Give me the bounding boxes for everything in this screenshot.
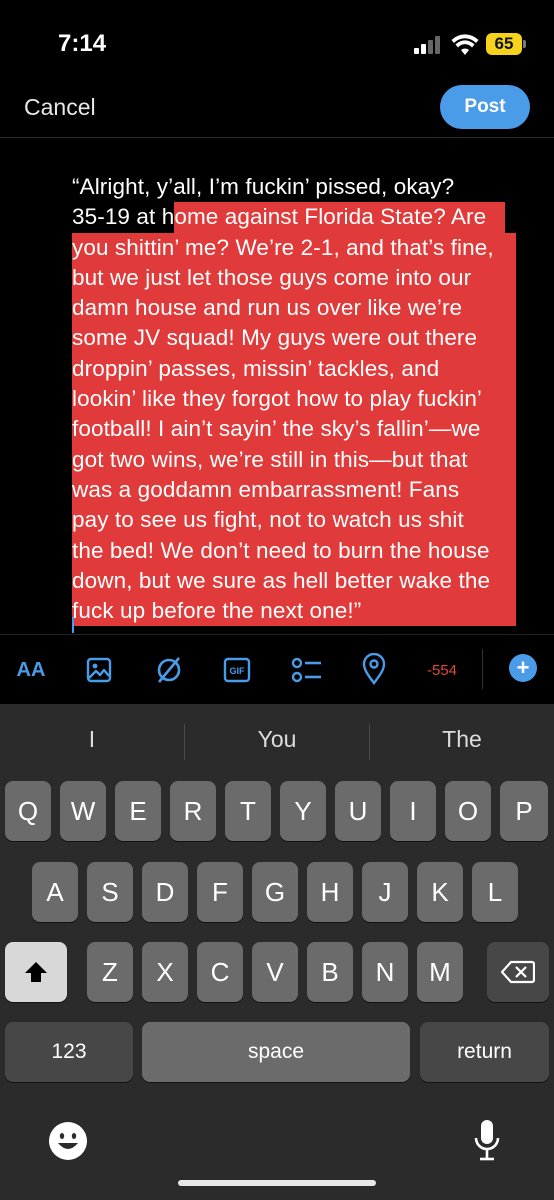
- backspace-icon: [500, 960, 536, 984]
- status-time: 7:14: [58, 30, 107, 57]
- toolbar-divider: [482, 649, 483, 689]
- text-fragment: 35-19 at h: [72, 204, 175, 230]
- compose-header: Cancel Post: [0, 80, 554, 138]
- microphone-icon[interactable]: [472, 1118, 502, 1164]
- emoji-icon[interactable]: [48, 1121, 88, 1161]
- selected-text-line: lookin’ like they forgot how to play fuc…: [72, 384, 516, 415]
- key-i[interactable]: I: [390, 781, 436, 841]
- selected-text-line: droppin’ passes, missin’ tackles, and: [72, 353, 516, 385]
- text-size-icon: AA: [16, 658, 46, 681]
- battery-tip: [523, 40, 526, 48]
- key-b[interactable]: B: [307, 942, 353, 1002]
- key-a[interactable]: A: [32, 862, 78, 922]
- key-v[interactable]: V: [252, 942, 298, 1002]
- delete-key[interactable]: [487, 942, 549, 1002]
- selected-text-line: down, but we sure as hell better wake th…: [72, 565, 516, 597]
- key-d[interactable]: D: [142, 862, 188, 922]
- image-icon[interactable]: [86, 657, 112, 683]
- key-w[interactable]: W: [60, 781, 106, 841]
- key-s[interactable]: S: [87, 862, 133, 922]
- post-button[interactable]: Post: [440, 85, 530, 129]
- gif-label: GIF: [230, 666, 246, 676]
- compose-toolbar: AA GIF -554: [0, 634, 554, 704]
- key-o[interactable]: O: [445, 781, 491, 841]
- key-q[interactable]: Q: [5, 781, 51, 841]
- cancel-button[interactable]: Cancel: [24, 94, 96, 121]
- location-icon[interactable]: [362, 653, 386, 685]
- no-sign-icon[interactable]: [155, 655, 183, 685]
- key-e[interactable]: E: [115, 781, 161, 841]
- home-indicator[interactable]: [178, 1180, 376, 1186]
- compose-text-area[interactable]: “Alright, y’all, I’m fuckin’ pissed, oka…: [72, 172, 520, 627]
- text-line: “Alright, y’all, I’m fuckin’ pissed, oka…: [72, 174, 455, 199]
- signal-icon: [414, 36, 444, 54]
- selected-text-line: got two wins, we’re still in this—but th…: [72, 444, 516, 475]
- battery-level: 65: [486, 33, 522, 55]
- key-z[interactable]: Z: [87, 942, 133, 1002]
- wifi-icon: [451, 34, 479, 55]
- status-bar: 7:14 65: [0, 0, 554, 80]
- shift-icon: [25, 962, 47, 982]
- text-line: 35-19 at home against Florida State? Are: [72, 202, 520, 233]
- key-k[interactable]: K: [417, 862, 463, 922]
- selected-text-line: you shittin’ me? We’re 2-1, and that’s f…: [72, 232, 516, 263]
- key-g[interactable]: G: [252, 862, 298, 922]
- suggestion-bar: I You The: [0, 704, 554, 778]
- suggestion-item[interactable]: You: [187, 726, 367, 753]
- selected-text-line: was a goddamn embarrassment! Fans: [72, 474, 516, 506]
- suggestion-item[interactable]: The: [372, 726, 552, 753]
- key-u[interactable]: U: [335, 781, 381, 841]
- selected-text-line: pay to see us fight, not to watch us shi…: [72, 505, 516, 536]
- numbers-key[interactable]: 123: [5, 1022, 133, 1082]
- key-l[interactable]: L: [472, 862, 518, 922]
- key-f[interactable]: F: [197, 862, 243, 922]
- key-n[interactable]: N: [362, 942, 408, 1002]
- key-r[interactable]: R: [170, 781, 216, 841]
- poll-icon[interactable]: [290, 655, 324, 685]
- key-t[interactable]: T: [225, 781, 271, 841]
- key-m[interactable]: M: [417, 942, 463, 1002]
- key-c[interactable]: C: [197, 942, 243, 1002]
- key-h[interactable]: H: [307, 862, 353, 922]
- selected-text-line: fuck up before the next one!”: [72, 596, 516, 627]
- selected-text-line: but we just let those guys come into our: [72, 262, 516, 294]
- suggestion-item[interactable]: I: [2, 726, 182, 753]
- selected-text: ome against Florida State? Are: [174, 202, 506, 233]
- character-counter: -554: [426, 661, 458, 679]
- add-icon[interactable]: +: [509, 654, 537, 682]
- key-p[interactable]: P: [500, 781, 548, 841]
- key-x[interactable]: X: [142, 942, 188, 1002]
- selected-text-line: some JV squad! My guys were out there: [72, 323, 516, 354]
- selected-text-line: football! I ain’t sayin’ the sky’s falli…: [72, 414, 516, 445]
- selected-text-line: damn house and run us over like we’re: [72, 293, 516, 324]
- return-key[interactable]: return: [420, 1022, 549, 1082]
- shift-key[interactable]: [5, 942, 67, 1002]
- suggestion-divider: [369, 724, 370, 760]
- gif-icon[interactable]: GIF: [223, 657, 251, 683]
- space-key[interactable]: space: [142, 1022, 410, 1082]
- selected-text-line: the bed! We don’t need to burn the house: [72, 535, 516, 566]
- key-y[interactable]: Y: [280, 781, 326, 841]
- suggestion-divider: [184, 724, 185, 760]
- text-size-button[interactable]: AA: [14, 655, 48, 685]
- text-cursor[interactable]: [72, 617, 74, 633]
- key-j[interactable]: J: [362, 862, 408, 922]
